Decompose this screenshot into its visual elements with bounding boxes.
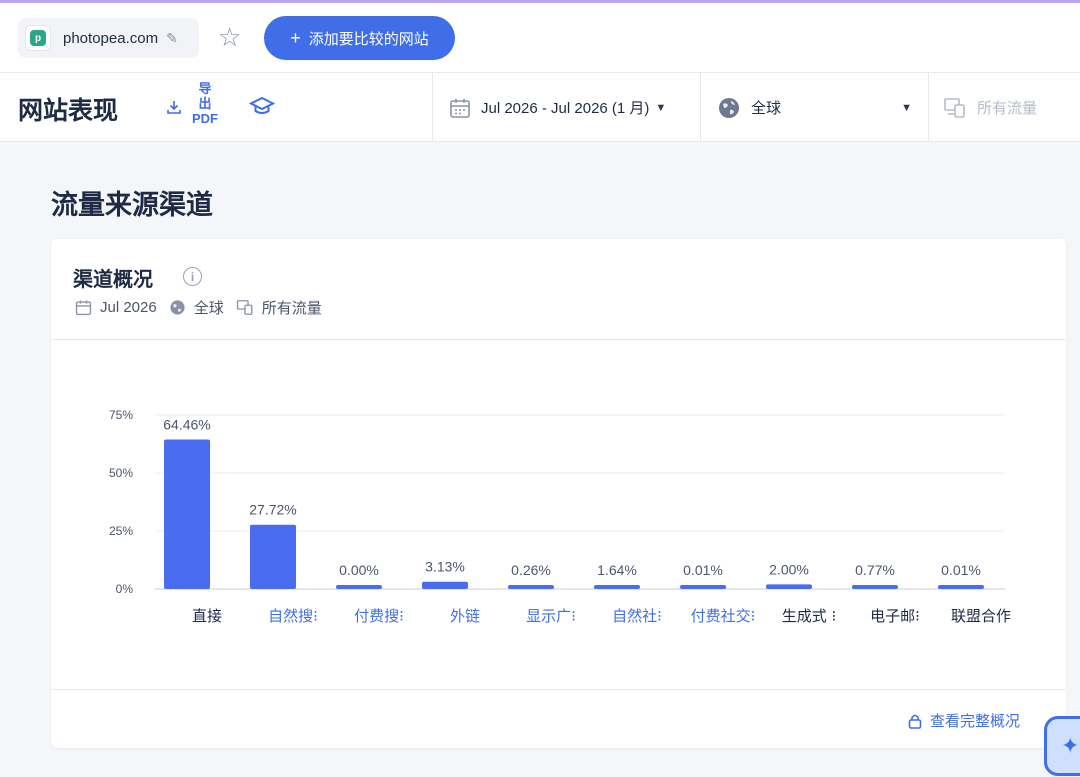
plus-icon: + <box>290 27 301 48</box>
chart-bar <box>852 585 898 589</box>
chart-bar <box>422 581 468 589</box>
chevron-down-icon: ▼ <box>901 101 912 114</box>
chart-bar <box>766 584 812 589</box>
top-toolbar: p photopea.com ✎ ☆ + 添加要比较的网站 <box>0 3 1080 72</box>
lock-icon <box>908 713 922 729</box>
add-compare-site-button[interactable]: + 添加要比较的网站 <box>264 16 455 60</box>
edit-pencil-icon[interactable]: ✎ <box>166 30 178 47</box>
devices-icon <box>943 97 967 119</box>
star-icon[interactable]: ☆ <box>218 23 241 51</box>
chevron-down-icon: ▼ <box>655 101 667 114</box>
export-label-2: 出 <box>198 96 212 111</box>
card-footer: 查看完整概况 <box>51 689 1066 748</box>
calendar-icon <box>449 97 471 119</box>
x-tick-label[interactable]: 外链 <box>450 607 480 625</box>
data-label: 0.01% <box>683 562 723 578</box>
chart-bar <box>680 585 726 589</box>
channels-overview-card: 渠道概况 i Jul 2026 全球 所有流量 0% 25% 50% 75% 64.46… <box>51 239 1066 748</box>
y-tick-label: 25% <box>109 524 133 538</box>
chart-bar <box>336 585 382 589</box>
card-header: 渠道概况 i Jul 2026 全球 所有流量 <box>51 239 1066 340</box>
data-label: 27.72% <box>249 502 296 518</box>
date-range-value: Jul 2026 - Jul 2026 (1 月) <box>481 100 650 117</box>
card-meta: Jul 2026 全球 所有流量 <box>75 297 334 318</box>
site-favicon: p <box>25 25 51 51</box>
full-link-label: 查看完整概况 <box>929 713 1020 730</box>
traffic-type-selector[interactable]: 所有流量 <box>928 73 1080 142</box>
meta-date: Jul 2026 <box>100 299 157 316</box>
meta-traffic: 所有流量 <box>261 300 322 317</box>
geo-selector[interactable]: 全球 ▼ <box>700 73 928 142</box>
x-tick-label: 直接 <box>192 607 222 625</box>
channels-bar-chart: 0% 25% 50% 75% 64.46% 直接 27.72% 自然搜⁝ 0.00% 付费搜⁝ 3.… <box>109 408 1011 625</box>
chart-bar <box>164 439 210 589</box>
x-tick-label: 电子邮⁝ <box>870 607 920 625</box>
site-name: photopea.com <box>63 29 159 47</box>
export-label-3: PDF <box>192 111 218 126</box>
data-label: 1.64% <box>597 562 637 578</box>
assistant-chat-button[interactable]: ✦ <box>1044 716 1080 776</box>
data-label: 0.26% <box>511 562 551 578</box>
y-tick-label: 0% <box>116 582 134 596</box>
calendar-icon <box>75 299 92 316</box>
x-tick-label[interactable]: 自然搜⁝ <box>268 607 318 625</box>
x-tick-label: 生成式 ⁝ <box>782 607 837 625</box>
export-label-1: 导 <box>198 81 212 96</box>
data-label: 0.01% <box>941 562 981 578</box>
info-icon[interactable]: i <box>183 267 202 286</box>
x-tick-label[interactable]: 付费社交⁝ <box>691 607 756 625</box>
meta-geo: 全球 <box>193 300 224 317</box>
traffic-value: 所有流量 <box>977 100 1038 117</box>
page-title: 网站表现 <box>18 97 119 125</box>
x-tick-label: 联盟合作 <box>951 607 1011 625</box>
add-compare-label: 添加要比较的网站 <box>308 30 429 48</box>
y-tick-label: 75% <box>109 408 133 422</box>
data-label: 2.00% <box>769 561 809 577</box>
view-full-overview-link[interactable]: 查看完整概况 <box>908 710 1020 731</box>
section-title: 流量来源渠道 <box>51 190 213 220</box>
channels-chart-area: 0% 25% 50% 75% 64.46% 直接 27.72% 自然搜⁝ 0.00% 付费搜⁝ 3.… <box>51 341 1066 689</box>
data-label: 64.46% <box>163 416 210 432</box>
sparkle-icon: ✦ <box>1061 733 1080 758</box>
data-label: 3.13% <box>425 559 465 575</box>
export-pdf-button[interactable]: 导 出 PDF <box>166 81 218 126</box>
chart-bar <box>938 585 984 589</box>
x-tick-label[interactable]: 自然社⁝ <box>612 607 662 625</box>
date-range-picker[interactable]: Jul 2026 - Jul 2026 (1 月) ▼ <box>432 73 700 142</box>
chart-bar <box>508 585 554 589</box>
geo-value: 全球 <box>751 100 782 117</box>
devices-icon <box>236 299 254 316</box>
globe-icon <box>169 299 186 316</box>
chart-bar <box>250 524 296 589</box>
card-title: 渠道概况 <box>73 269 153 291</box>
chart-bar <box>594 585 640 589</box>
data-label: 0.00% <box>339 562 379 578</box>
data-label: 0.77% <box>855 562 895 578</box>
page-header: 网站表现 导 出 PDF Jul 2026 - Jul 2026 (1 月) ▼… <box>0 72 1080 142</box>
site-chip[interactable]: p photopea.com ✎ <box>18 18 199 58</box>
academy-cap-icon[interactable] <box>248 95 276 122</box>
download-icon <box>166 99 182 119</box>
globe-icon <box>717 96 741 120</box>
y-tick-label: 50% <box>109 466 133 480</box>
x-tick-label[interactable]: 付费搜⁝ <box>354 607 404 625</box>
x-tick-label[interactable]: 显示广⁝ <box>526 607 576 625</box>
